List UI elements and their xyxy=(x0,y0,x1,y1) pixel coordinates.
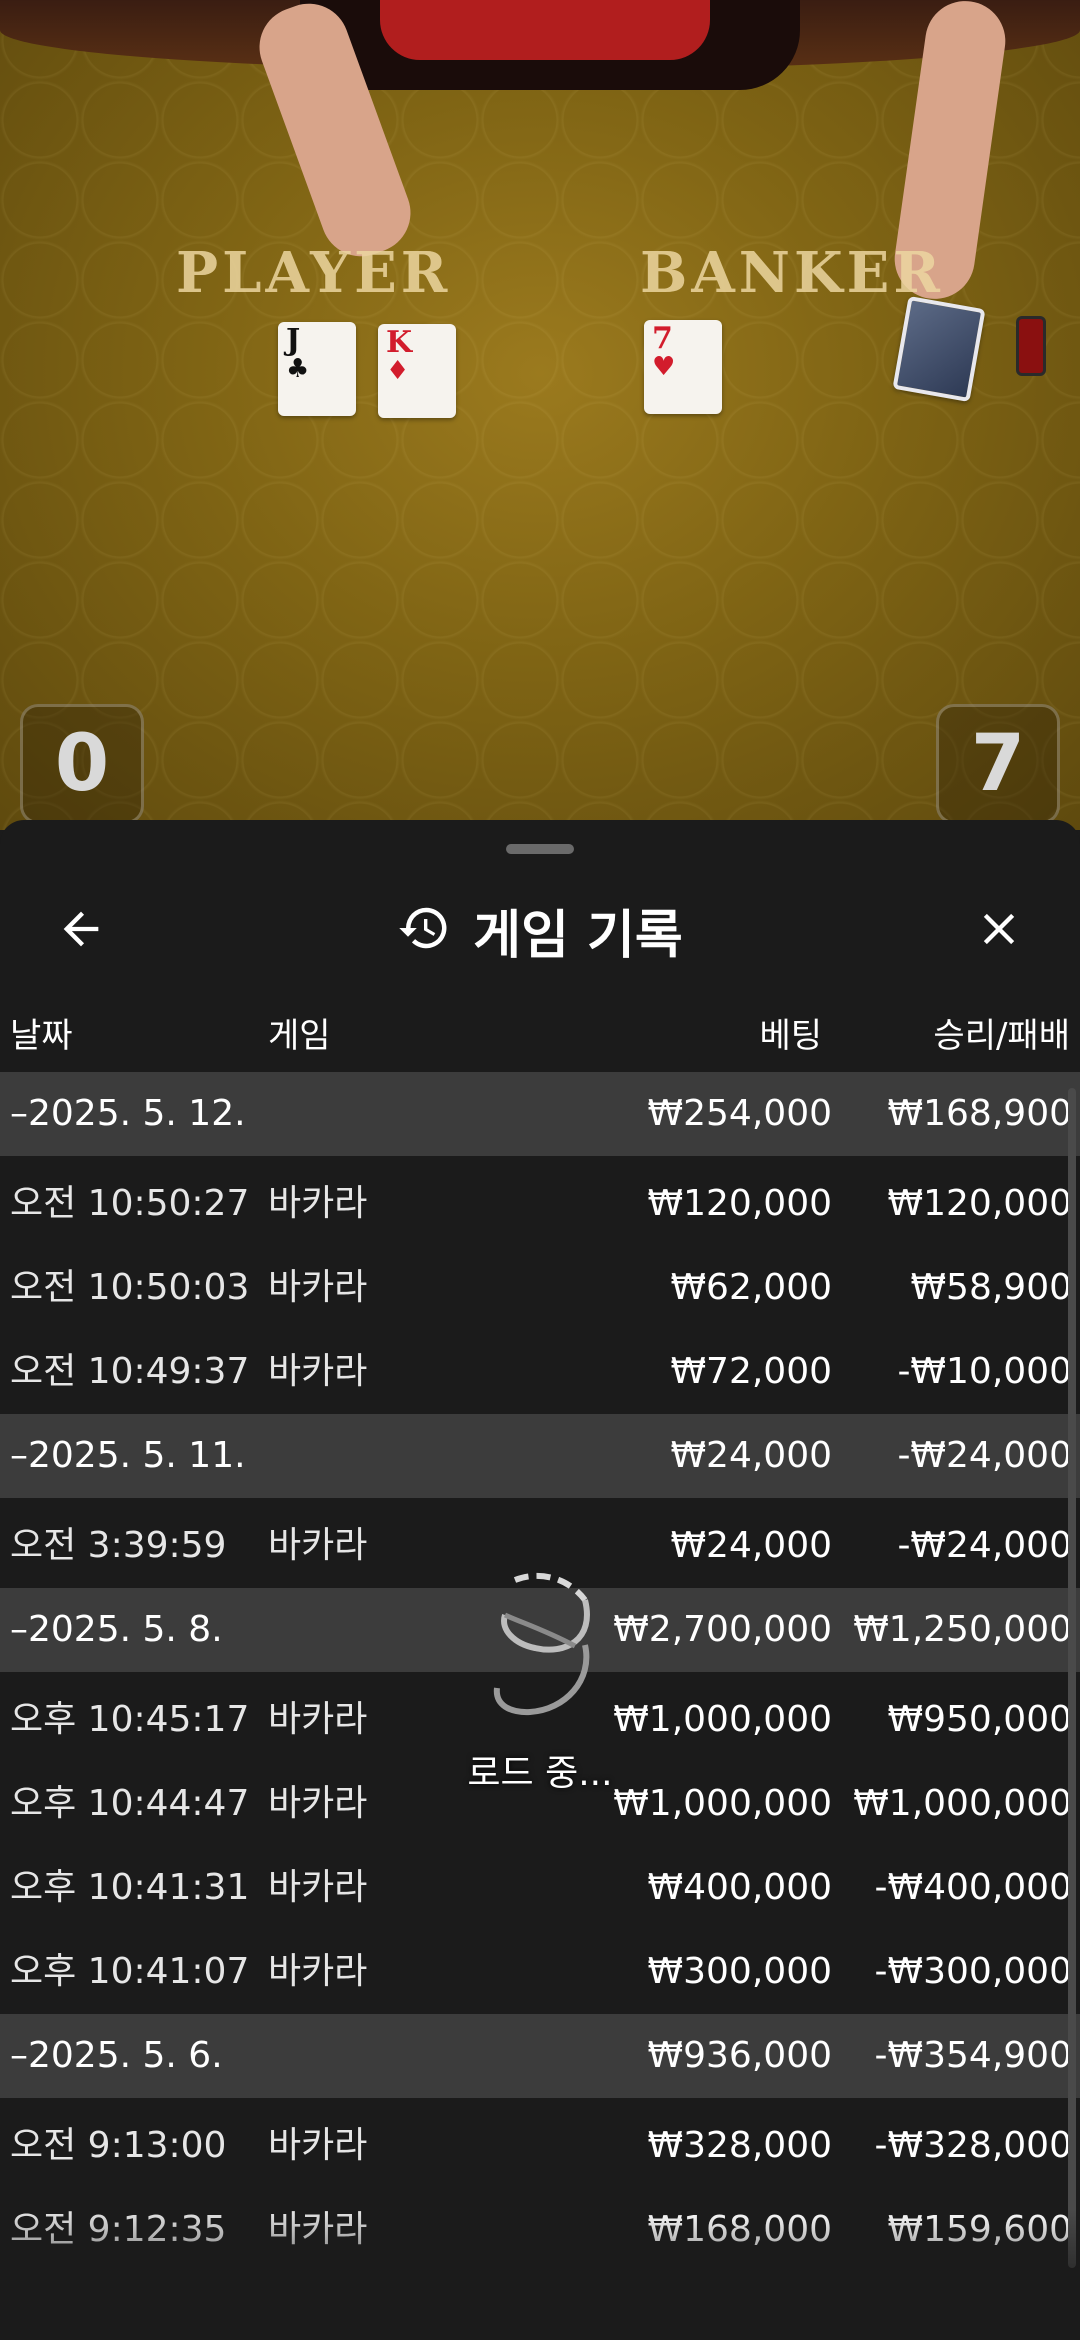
result-amount: -₩400,000 xyxy=(874,1867,1072,1908)
baccarat-table-video: PLAYER BANKER J ♣ K ♦ 7 ♥ 0 7 xyxy=(0,0,1080,830)
bet-amount: ₩24,000 xyxy=(670,1525,832,1566)
card-rank: K xyxy=(386,325,413,360)
close-button[interactable] xyxy=(954,886,1044,976)
round-time: 오후 10:45:17 xyxy=(10,1699,250,1740)
history-row[interactable]: 오전 10:50:03 바카라 ₩62,000 ₩58,900 xyxy=(0,1246,1080,1330)
result-amount: ₩950,000 xyxy=(887,1699,1072,1740)
group-date: –2025. 5. 12. xyxy=(10,1093,246,1134)
club-suit-icon: ♣ xyxy=(286,354,310,384)
close-icon xyxy=(973,903,1025,959)
date-group-row[interactable]: –2025. 5. 11. ₩24,000 -₩24,000 xyxy=(0,1414,1080,1498)
group-date: –2025. 5. 8. xyxy=(10,1609,223,1650)
column-header-result: 승리/패배 xyxy=(933,1016,1070,1056)
player-score: 0 xyxy=(20,704,144,824)
bet-amount: ₩400,000 xyxy=(647,1867,832,1908)
game-name: 바카라 xyxy=(268,1951,368,1992)
banker-card-1: 7 ♥ xyxy=(644,320,722,414)
group-bet-total: ₩24,000 xyxy=(670,1435,832,1476)
result-amount: -₩10,000 xyxy=(897,1351,1072,1392)
game-name: 바카라 xyxy=(268,1783,368,1824)
round-time: 오전 3:39:59 xyxy=(10,1525,227,1566)
card-rank: J xyxy=(286,323,301,358)
sheet-drag-handle[interactable] xyxy=(506,844,574,854)
loading-indicator: 로드 중... xyxy=(440,1560,640,1830)
round-time: 오후 10:41:31 xyxy=(10,1867,250,1908)
group-bet-total: ₩2,700,000 xyxy=(613,1609,832,1650)
game-name: 바카라 xyxy=(268,2125,368,2166)
loading-text: 로드 중... xyxy=(467,1753,613,1794)
round-time: 오전 10:50:03 xyxy=(10,1267,250,1308)
heart-suit-icon: ♥ xyxy=(652,352,676,382)
column-header-game: 게임 xyxy=(268,1016,331,1056)
column-header-date: 날짜 xyxy=(10,1016,73,1056)
round-time: 오후 10:41:07 xyxy=(10,1951,250,1992)
history-row[interactable]: 오후 10:41:31 바카라 ₩400,000 -₩400,000 xyxy=(0,1846,1080,1930)
history-row[interactable]: 오전 10:50:27 바카라 ₩120,000 ₩120,000 xyxy=(0,1162,1080,1246)
list-fade-overlay xyxy=(0,2210,1080,2340)
result-amount: ₩1,000,000 xyxy=(853,1783,1072,1824)
diamond-suit-icon: ♦ xyxy=(386,356,410,386)
sheet-header: 게임 기록 xyxy=(0,880,1080,980)
back-button[interactable] xyxy=(36,886,126,976)
group-date: –2025. 5. 11. xyxy=(10,1435,246,1476)
column-header-bet: 베팅 xyxy=(759,1016,822,1056)
bet-amount: ₩1,000,000 xyxy=(613,1699,832,1740)
date-group-row[interactable]: –2025. 5. 12. ₩254,000 ₩168,900 xyxy=(0,1072,1080,1156)
loading-spinner-icon xyxy=(475,1560,605,1734)
round-time: 오전 10:49:37 xyxy=(10,1351,250,1392)
history-icon xyxy=(397,901,451,959)
game-name: 바카라 xyxy=(268,1351,368,1392)
round-time: 오전 9:13:00 xyxy=(10,2125,227,2166)
result-amount: -₩300,000 xyxy=(874,1951,1072,1992)
date-group-row[interactable]: –2025. 5. 6. ₩936,000 -₩354,900 xyxy=(0,2014,1080,2098)
face-down-card xyxy=(892,295,986,403)
scrollbar[interactable] xyxy=(1068,1088,1076,2268)
result-amount: ₩58,900 xyxy=(910,1267,1072,1308)
group-date: –2025. 5. 6. xyxy=(10,2035,223,2076)
game-name: 바카라 xyxy=(268,1525,368,1566)
dealer-dress xyxy=(380,0,710,60)
history-row[interactable]: 오전 10:49:37 바카라 ₩72,000 -₩10,000 xyxy=(0,1330,1080,1414)
history-row[interactable]: 오전 9:13:00 바카라 ₩328,000 -₩328,000 xyxy=(0,2104,1080,2188)
group-result-total: -₩24,000 xyxy=(897,1435,1072,1476)
title-text: 게임 기록 xyxy=(473,905,683,966)
game-name: 바카라 xyxy=(268,1699,368,1740)
group-bet-total: ₩936,000 xyxy=(647,2035,832,2076)
player-label: PLAYER xyxy=(176,240,452,306)
card-rank: 7 xyxy=(652,321,673,356)
round-time: 오전 10:50:27 xyxy=(10,1183,250,1224)
group-result-total: ₩1,250,000 xyxy=(853,1609,1072,1650)
result-amount: ₩120,000 xyxy=(887,1183,1072,1224)
bet-amount: ₩300,000 xyxy=(647,1951,832,1992)
result-amount: -₩24,000 xyxy=(897,1525,1072,1566)
bet-amount: ₩328,000 xyxy=(647,2125,832,2166)
bet-amount: ₩72,000 xyxy=(670,1351,832,1392)
banker-score: 7 xyxy=(936,704,1060,824)
group-result-total: ₩168,900 xyxy=(887,1093,1072,1134)
game-name: 바카라 xyxy=(268,1867,368,1908)
sheet-title: 게임 기록 xyxy=(0,880,1080,980)
game-name: 바카라 xyxy=(268,1267,368,1308)
result-amount: -₩328,000 xyxy=(874,2125,1072,2166)
group-bet-total: ₩254,000 xyxy=(647,1093,832,1134)
arrow-left-icon xyxy=(55,903,107,959)
card-shoe-marker xyxy=(1016,316,1046,376)
bet-amount: ₩1,000,000 xyxy=(613,1783,832,1824)
round-time: 오후 10:44:47 xyxy=(10,1783,250,1824)
bet-amount: ₩62,000 xyxy=(670,1267,832,1308)
player-card-2: K ♦ xyxy=(378,324,456,418)
banker-label: BANKER xyxy=(640,240,944,306)
history-row[interactable]: 오후 10:41:07 바카라 ₩300,000 -₩300,000 xyxy=(0,1930,1080,2014)
player-card-1: J ♣ xyxy=(278,322,356,416)
group-result-total: -₩354,900 xyxy=(874,2035,1072,2076)
bet-amount: ₩120,000 xyxy=(647,1183,832,1224)
live-baccarat-screen: PLAYER BANKER J ♣ K ♦ 7 ♥ 0 7 게임 기록 날짜 게… xyxy=(0,0,1080,2340)
game-name: 바카라 xyxy=(268,1183,368,1224)
